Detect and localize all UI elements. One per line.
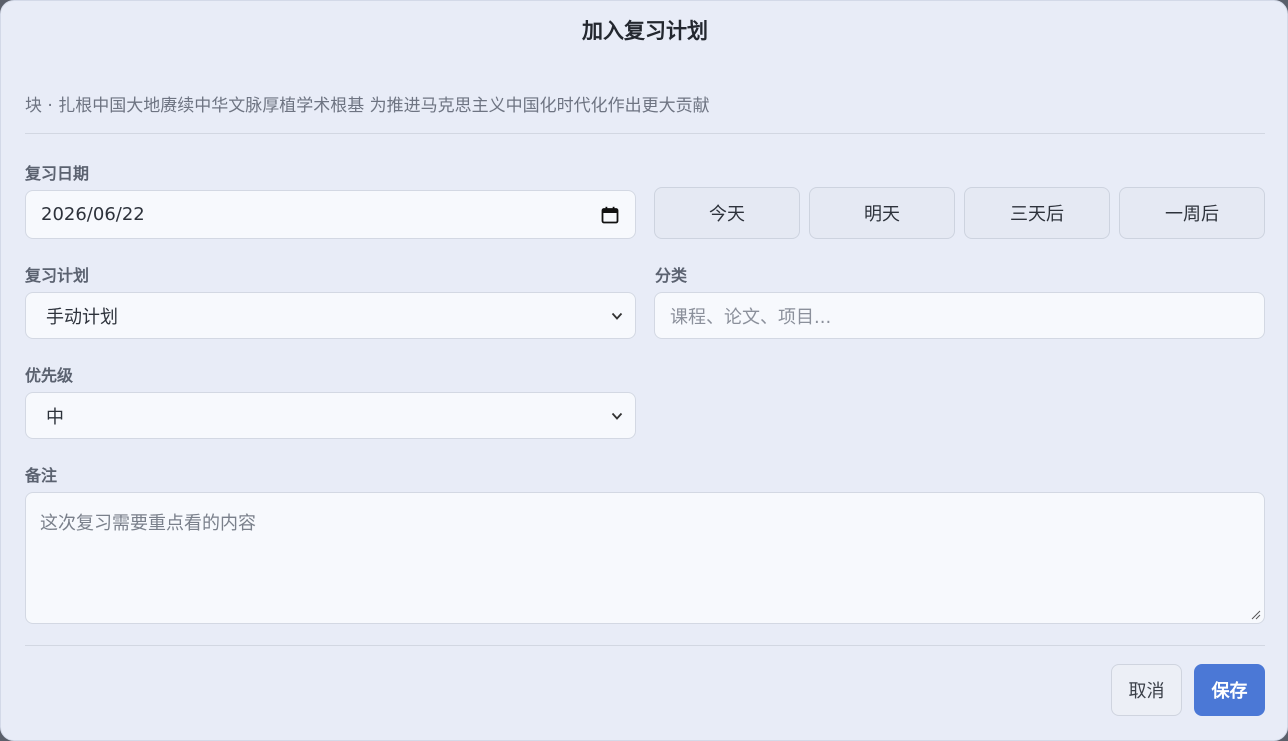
priority-selected-value: 中 — [46, 406, 64, 428]
resize-handle-icon[interactable] — [1251, 610, 1261, 620]
quick-date-three-days-button[interactable]: 三天后 — [964, 187, 1110, 239]
divider — [25, 133, 1265, 134]
chevron-down-icon — [611, 412, 623, 420]
quick-date-today-button[interactable]: 今天 — [654, 187, 800, 239]
plan-select[interactable]: 手动计划 — [25, 292, 636, 339]
chevron-down-icon — [611, 312, 623, 320]
category-placeholder: 课程、论文、项目... — [670, 306, 832, 328]
quick-date-tomorrow-button[interactable]: 明天 — [809, 187, 955, 239]
notes-placeholder: 这次复习需要重点看的内容 — [40, 513, 256, 534]
priority-select[interactable]: 中 — [25, 392, 636, 439]
notes-label: 备注 — [25, 466, 58, 485]
category-label: 分类 — [655, 266, 688, 285]
calendar-icon[interactable] — [601, 206, 619, 224]
footer-divider — [25, 645, 1265, 646]
dialog-subtitle: 块 · 扎根中国大地赓续中华文脉厚植学术根基 为推进马克思主义中国化时代化作出更… — [25, 96, 710, 116]
review-date-value: 2026/06/22 — [41, 204, 145, 225]
plan-label: 复习计划 — [25, 266, 90, 285]
notes-textarea[interactable]: 这次复习需要重点看的内容 — [25, 492, 1265, 624]
review-date-label: 复习日期 — [25, 164, 90, 183]
quick-date-one-week-button[interactable]: 一周后 — [1119, 187, 1265, 239]
review-date-input[interactable]: 2026/06/22 — [25, 190, 636, 239]
plan-selected-value: 手动计划 — [46, 306, 118, 328]
dialog-title: 加入复习计划 — [582, 19, 708, 43]
cancel-button[interactable]: 取消 — [1111, 664, 1182, 716]
category-input[interactable]: 课程、论文、项目... — [654, 292, 1265, 339]
priority-label: 优先级 — [25, 366, 74, 385]
review-plan-dialog: 加入复习计划 块 · 扎根中国大地赓续中华文脉厚植学术根基 为推进马克思主义中国… — [0, 0, 1288, 741]
save-button[interactable]: 保存 — [1194, 664, 1265, 716]
